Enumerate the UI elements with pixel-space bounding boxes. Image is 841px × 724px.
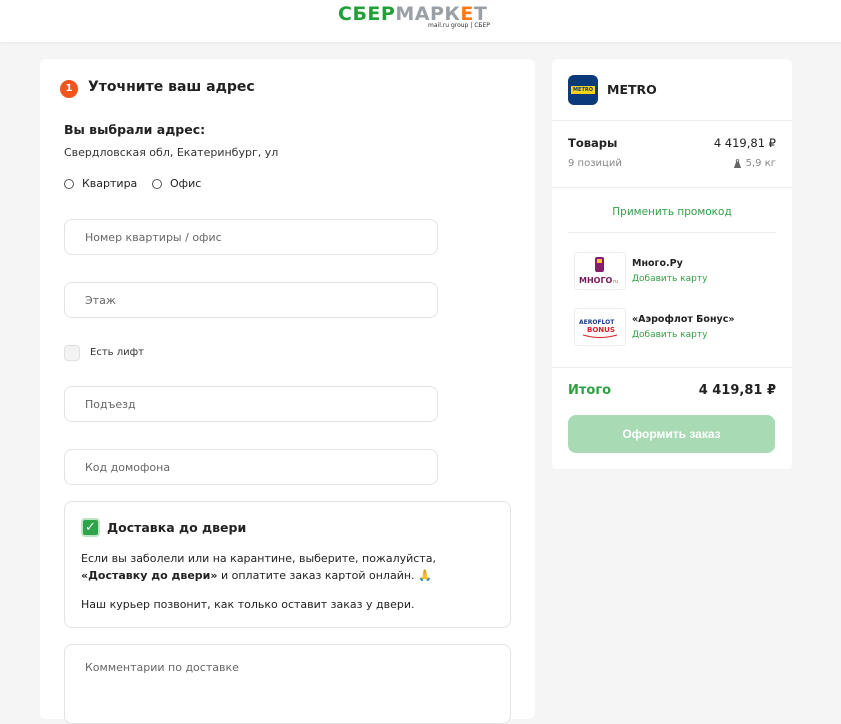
door-delivery-checkbox[interactable]: ✓ — [81, 518, 100, 537]
delivery-comment-field[interactable]: Комментарии по доставке — [64, 644, 511, 724]
entrance-placeholder: Подъезд — [85, 398, 136, 411]
door-delivery-info: Если вы заболели или на карантине, выбер… — [81, 550, 501, 584]
chosen-address-label: Вы выбрали адрес: — [64, 122, 206, 137]
divider — [552, 367, 792, 368]
add-card-mnogo-link[interactable]: Добавить карту — [632, 274, 707, 284]
sbermarket-logo[interactable]: СБЕРМАРКЕТ mail.ru group | СБЕР — [338, 3, 490, 38]
weight-icon — [733, 159, 741, 168]
courier-info: Наш курьер позвонит, как только оставит … — [81, 598, 415, 611]
checkmark-icon: ✓ — [85, 520, 96, 535]
comment-placeholder: Комментарии по доставке — [85, 661, 239, 674]
chosen-address-value: Свердловская обл, Екатеринбург, ул — [64, 146, 279, 159]
floor-placeholder: Этаж — [85, 294, 116, 307]
top-bar: СБЕРМАРКЕТ mail.ru group | СБЕР — [0, 0, 841, 42]
loyalty-card-mnogo[interactable]: МНОГО ru Много.Ру Добавить карту — [574, 252, 784, 290]
intercom-placeholder: Код домофона — [85, 461, 171, 474]
radio-office-label: Офис — [170, 177, 202, 190]
apply-promo-link[interactable]: Применить промокод — [552, 206, 792, 218]
svg-text:AEROFLOT: AEROFLOT — [579, 319, 615, 326]
radio-office[interactable]: Офис — [152, 177, 201, 190]
goods-weight-value: 5,9 кг — [745, 158, 776, 169]
mnogo-logo: МНОГО ru — [574, 252, 626, 290]
apartment-field[interactable]: Номер квартиры / офис — [64, 219, 438, 255]
door-info-text-2: и оплатите заказ картой онлайн. 🙏 — [217, 569, 432, 582]
mnogo-logo-icon: МНОГО ru — [579, 257, 618, 285]
divider — [552, 187, 792, 188]
door-info-text-1: Если вы заболели или на карантине, выбер… — [81, 552, 436, 565]
store-name: METRO — [607, 82, 657, 97]
add-card-aeroflot-link[interactable]: Добавить карту — [632, 330, 707, 340]
goods-weight: 5,9 кг — [733, 158, 776, 169]
loyalty-card-aeroflot[interactable]: AEROFLOT BONUS «Аэрофлот Бонус» Добавить… — [574, 308, 784, 346]
svg-text:BONUS: BONUS — [587, 326, 615, 334]
metro-logo-text: METRO — [571, 86, 595, 94]
door-info-bold: «Доставку до двери» — [81, 569, 218, 582]
elevator-label: Есть лифт — [90, 347, 144, 358]
apartment-placeholder: Номер квартиры / офис — [85, 231, 222, 244]
radio-circle-icon[interactable] — [152, 178, 162, 189]
promo-divider — [568, 232, 776, 233]
floor-field[interactable]: Этаж — [64, 282, 438, 318]
goods-total: 4 419,81 ₽ — [713, 136, 776, 150]
logo-sber-text: СБЕР — [338, 3, 396, 25]
elevator-checkbox[interactable] — [64, 345, 80, 361]
aeroflot-logo-icon: AEROFLOT BONUS — [579, 319, 618, 338]
svg-text:МНОГО: МНОГО — [579, 276, 613, 285]
intercom-field[interactable]: Код домофона — [64, 449, 438, 485]
radio-apartment-label: Квартира — [82, 177, 138, 190]
aeroflot-logo: AEROFLOT BONUS — [574, 308, 626, 346]
logo-subtitle: mail.ru group | СБЕР — [428, 22, 490, 29]
door-delivery-box: ✓ Доставка до двери Если вы заболели или… — [64, 501, 511, 628]
radio-circle-icon[interactable] — [64, 178, 74, 189]
goods-count: 9 позиций — [568, 158, 622, 169]
address-form-card: 1 Уточните ваш адрес Вы выбрали адрес: С… — [40, 59, 535, 724]
divider — [552, 120, 792, 121]
loyalty-name-mnogo: Много.Ру — [632, 258, 683, 269]
svg-text:ru: ru — [613, 279, 618, 285]
goods-label: Товары — [568, 136, 618, 150]
radio-apartment[interactable]: Квартира — [64, 177, 137, 190]
loyalty-name-aeroflot: «Аэрофлот Бонус» — [632, 314, 735, 325]
step-badge: 1 — [60, 80, 78, 98]
total-label: Итого — [568, 383, 612, 398]
entrance-field[interactable]: Подъезд — [64, 386, 438, 422]
order-summary-card: METRO METRO Товары 4 419,81 ₽ 9 позиций … — [552, 59, 792, 469]
metro-logo-icon: METRO — [568, 75, 598, 105]
door-delivery-title: Доставка до двери — [107, 520, 247, 535]
place-order-button[interactable]: Оформить заказ — [568, 415, 775, 453]
page-title: Уточните ваш адрес — [88, 79, 255, 95]
total-value: 4 419,81 ₽ — [698, 383, 776, 398]
